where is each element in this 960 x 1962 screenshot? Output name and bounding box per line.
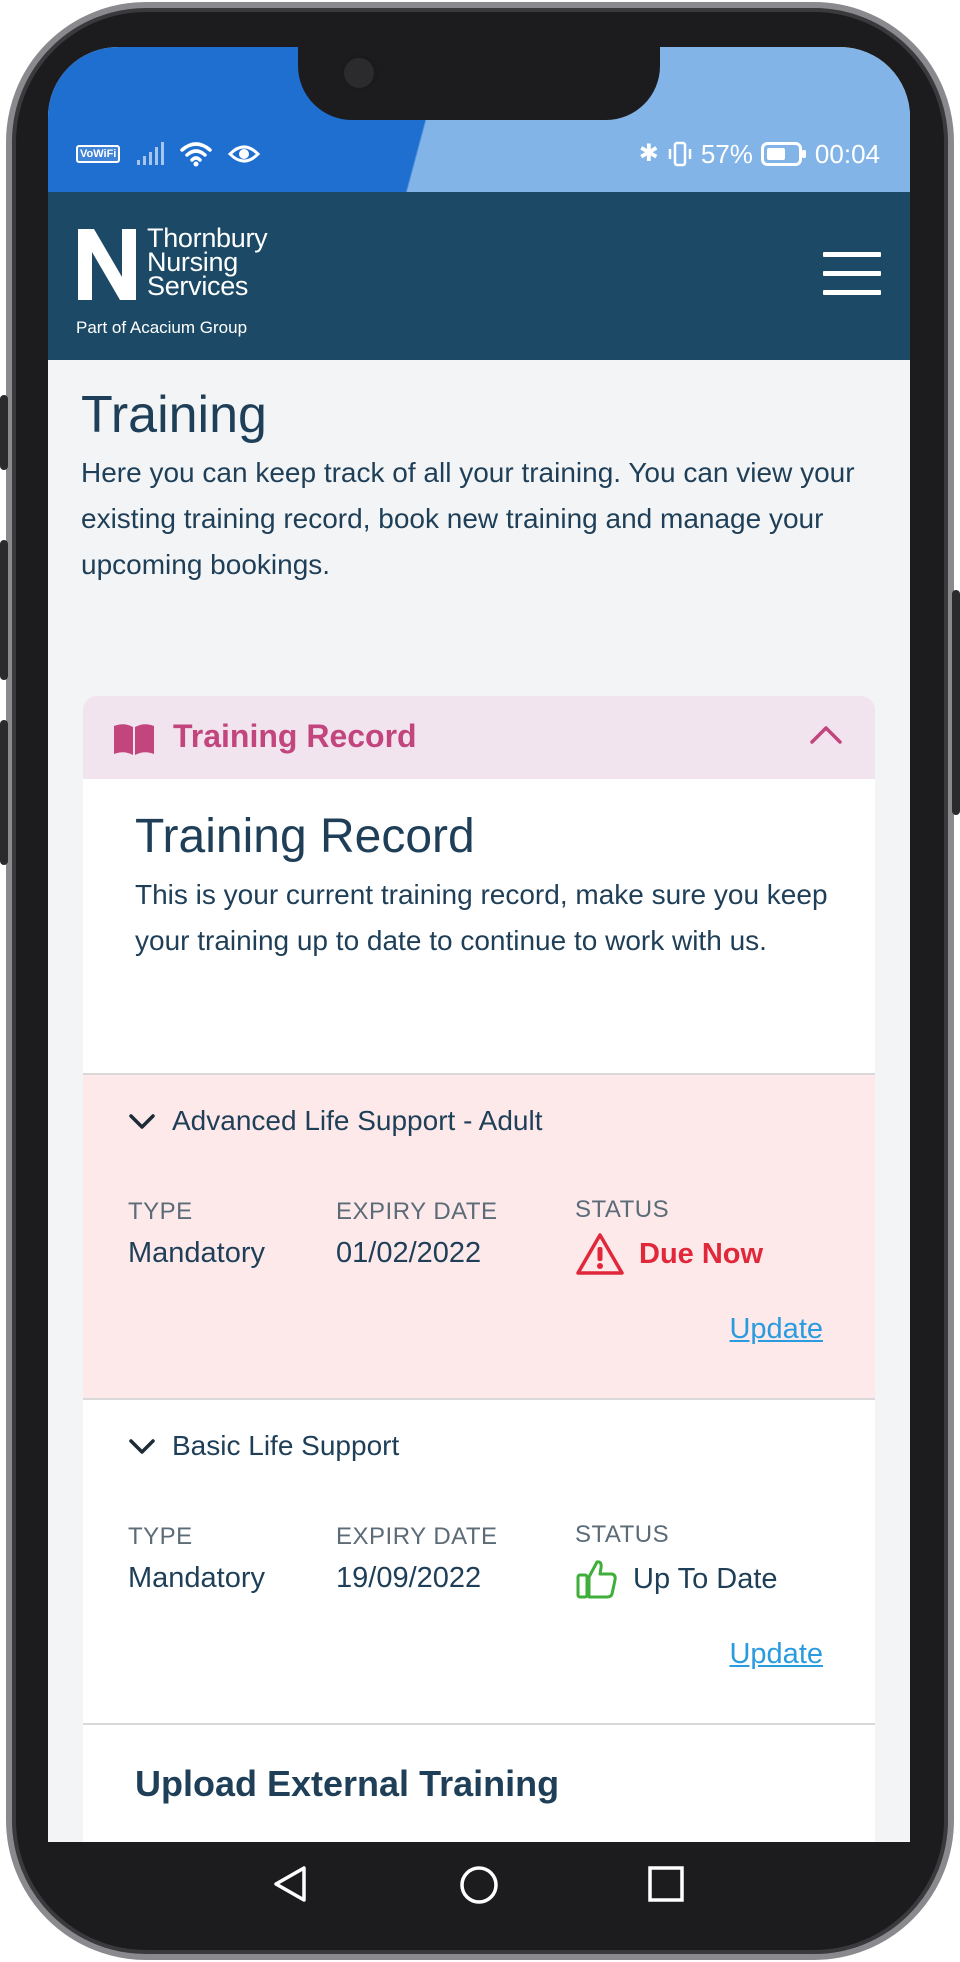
eye-icon	[228, 145, 261, 163]
page-title: Training	[81, 386, 267, 444]
back-icon[interactable]	[270, 1864, 310, 1904]
record-type: Mandatory	[128, 1562, 266, 1594]
expiry-label: EXPIRY DATE	[336, 1198, 498, 1225]
book-icon	[114, 724, 154, 755]
status-label: STATUS	[575, 1196, 670, 1223]
app-header: Thornbury Nursing Services Part of Acaci…	[48, 192, 910, 360]
brand-subtitle: Part of Acacium Group	[76, 318, 248, 337]
expiry-label: EXPIRY DATE	[336, 1523, 498, 1550]
wifi-icon	[180, 142, 213, 167]
battery-icon	[760, 142, 806, 166]
type-label: TYPE	[128, 1198, 193, 1225]
record-toggle[interactable]: Basic Life Support	[128, 1430, 399, 1462]
card-title: Training Record	[135, 810, 475, 863]
chevron-down-icon	[129, 1114, 155, 1129]
recents-icon[interactable]	[646, 1864, 686, 1904]
phone-screen: VoWiFi ✱ 57% 00:04 Thornbury Nursing Ser…	[48, 47, 910, 1842]
record-status: Up To Date	[575, 1557, 778, 1601]
status-bar-left: VoWiFi	[76, 139, 261, 169]
record-type: Mandatory	[128, 1237, 266, 1269]
card-intro: Training Record This is your current tra…	[83, 779, 875, 1075]
home-icon[interactable]	[458, 1864, 500, 1906]
record-status: Due Now	[575, 1232, 763, 1276]
record-name: Basic Life Support	[172, 1430, 400, 1461]
hamburger-menu-icon[interactable]	[823, 252, 881, 298]
type-label: TYPE	[128, 1523, 193, 1550]
phone-power-button	[952, 590, 960, 815]
upload-external-training-section: Upload External Training	[83, 1725, 875, 1842]
warning-triangle-icon	[576, 1233, 624, 1275]
chevron-down-icon	[129, 1439, 155, 1454]
upload-section-title: Upload External Training	[135, 1763, 560, 1804]
thornbury-logo-icon	[78, 229, 136, 300]
thumbs-up-icon	[576, 1560, 617, 1599]
phone-side-button	[0, 395, 8, 470]
vowifi-icon: VoWiFi	[76, 145, 121, 163]
accordion-label: Training Record	[173, 718, 417, 754]
status-text: Due Now	[639, 1237, 764, 1270]
status-bar-right: ✱ 57% 00:04	[639, 139, 880, 169]
update-link[interactable]: Update	[729, 1313, 823, 1346]
chevron-up-icon	[810, 726, 842, 744]
signal-icon	[137, 142, 165, 165]
record-expiry: 19/09/2022	[336, 1562, 482, 1594]
status-text: Up To Date	[633, 1562, 778, 1595]
android-nav-bar	[48, 1842, 910, 1924]
status-bar: VoWiFi ✱ 57% 00:04	[48, 47, 910, 192]
record-expiry: 01/02/2022	[336, 1237, 482, 1269]
bluetooth-icon: ✱	[638, 140, 659, 167]
status-time: 00:04	[814, 138, 880, 169]
training-record-row: Advanced Life Support - Adult TYPE EXPIR…	[83, 1075, 875, 1400]
brand-logo-text: Thornbury Nursing Services	[147, 223, 268, 301]
card-description: This is your current training record, ma…	[135, 879, 828, 956]
phone-volume-down-button	[0, 720, 8, 865]
battery-percent: 57%	[700, 138, 753, 169]
training-record-row: Basic Life Support TYPE EXPIRY DATE STAT…	[83, 1400, 875, 1725]
record-name: Advanced Life Support - Adult	[172, 1105, 543, 1136]
record-toggle[interactable]: Advanced Life Support - Adult	[128, 1105, 542, 1137]
status-label: STATUS	[575, 1521, 670, 1548]
update-link[interactable]: Update	[729, 1638, 823, 1671]
page-intro: Here you can keep track of all your trai…	[81, 457, 855, 580]
phone-volume-up-button	[0, 540, 8, 680]
front-camera	[340, 54, 378, 92]
vibrate-icon	[668, 141, 692, 167]
training-record-accordion[interactable]: Training Record	[83, 696, 875, 779]
